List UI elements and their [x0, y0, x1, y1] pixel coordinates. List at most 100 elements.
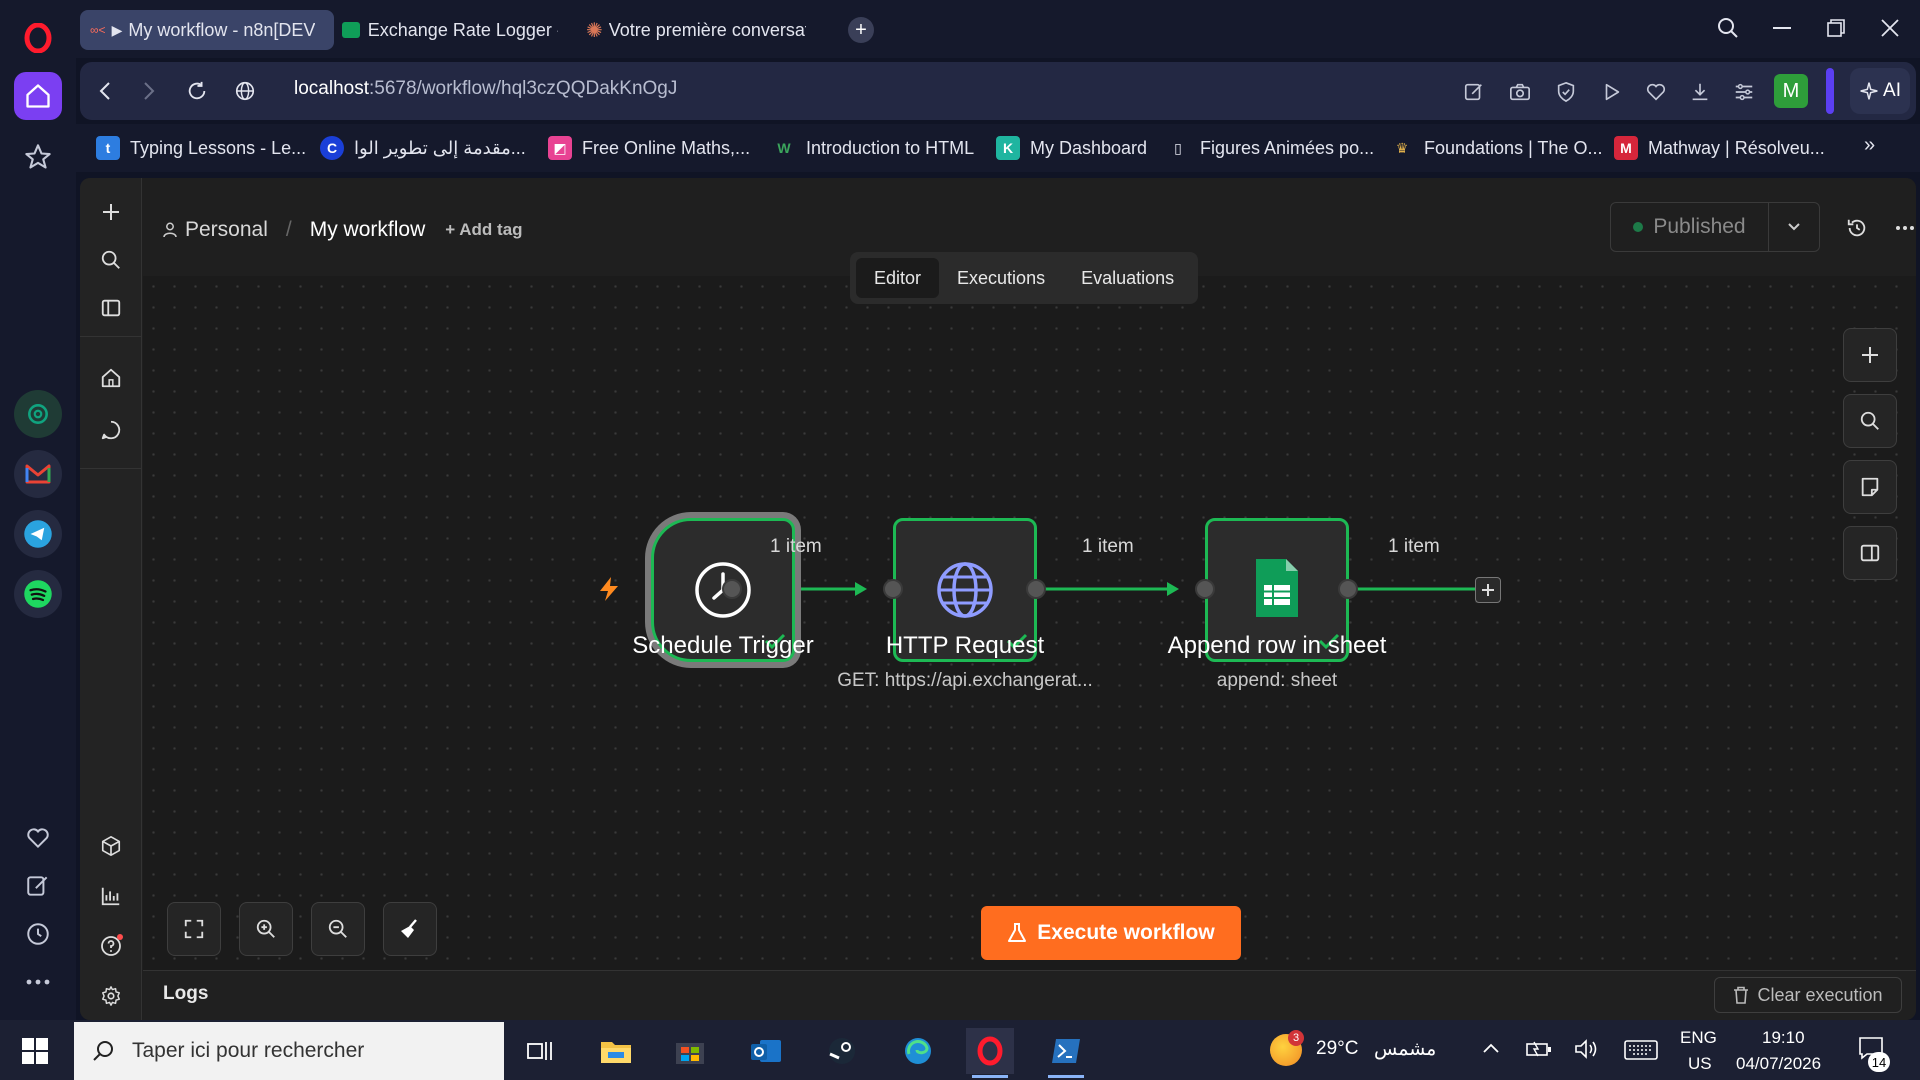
input-handle[interactable]: [883, 579, 903, 599]
forward-icon[interactable]: [130, 72, 168, 110]
weather-temp[interactable]: 29°C: [1316, 1038, 1358, 1060]
output-handle[interactable]: [1338, 579, 1358, 599]
tab-votre-premiere-conversation[interactable]: ✺ Votre première conversati: [576, 10, 816, 50]
bookmarks-overflow-icon[interactable]: »: [1864, 134, 1875, 157]
search-icon[interactable]: [95, 244, 127, 276]
toggle-panel-button[interactable]: [1843, 526, 1897, 580]
logs-panel-bar[interactable]: Logs Clear execution: [143, 970, 1916, 1020]
bookmark-web-dev-intro[interactable]: C مقدمة إلى تطوير الوا...: [320, 134, 526, 162]
speed-dial-icon[interactable]: [14, 133, 62, 181]
restore-icon[interactable]: [1816, 10, 1856, 46]
aria-ai-button[interactable]: AI: [1850, 68, 1910, 114]
tray-chevron-up-icon[interactable]: [1482, 1042, 1500, 1054]
workflow-canvas[interactable]: Schedule Trigger HTTP Request GET: https…: [143, 252, 1916, 970]
zoom-in-button[interactable]: [239, 902, 293, 956]
camera-icon[interactable]: [1506, 78, 1534, 106]
edge-icon[interactable]: [894, 1028, 942, 1074]
add-node-button[interactable]: [1843, 328, 1897, 382]
bookmark-figures-animees[interactable]: ▯ Figures Animées po...: [1166, 134, 1374, 162]
site-info-icon[interactable]: [226, 72, 264, 110]
bookmark-mathway[interactable]: M Mathway | Résolveu...: [1614, 134, 1825, 162]
add-next-node-button[interactable]: [1475, 577, 1501, 603]
heart-icon[interactable]: [14, 814, 62, 862]
favorite-heart-icon[interactable]: [1642, 78, 1670, 106]
weather-label[interactable]: مشمس: [1374, 1038, 1436, 1061]
version-history-icon[interactable]: [1843, 214, 1871, 242]
tab-exchange-rate-logger[interactable]: Exchange Rate Logger - G: [332, 10, 568, 50]
volume-icon[interactable]: [1574, 1038, 1598, 1060]
fit-view-button[interactable]: [167, 902, 221, 956]
taskbar-search-box[interactable]: Taper ici pour rechercher: [74, 1022, 504, 1080]
published-status-button[interactable]: Published: [1611, 203, 1769, 251]
easy-setup-icon[interactable]: [1730, 78, 1758, 106]
tab-search-icon[interactable]: [1708, 10, 1748, 46]
battery-icon[interactable]: [1526, 1040, 1552, 1058]
clock-date[interactable]: 04/07/2026: [1736, 1054, 1821, 1074]
publish-dropdown-chevron-icon[interactable]: [1769, 203, 1819, 251]
templates-icon[interactable]: [95, 830, 127, 862]
opera-taskbar-icon[interactable]: [966, 1028, 1014, 1078]
bookmark-foundations[interactable]: ♛ Foundations | The O...: [1390, 134, 1603, 162]
breadcrumb-project[interactable]: Personal: [185, 218, 268, 242]
add-sticky-note-button[interactable]: [1843, 460, 1897, 514]
flow-play-icon[interactable]: [1598, 78, 1626, 106]
help-icon[interactable]: [95, 930, 127, 962]
zoom-out-button[interactable]: [311, 902, 365, 956]
add-tag-button[interactable]: + Add tag: [445, 220, 522, 240]
new-tab-icon[interactable]: +: [848, 17, 874, 43]
workflow-name[interactable]: My workflow: [310, 218, 426, 242]
panel-right-icon: [1860, 544, 1880, 562]
bookmark-intro-html[interactable]: W Introduction to HTML: [772, 134, 974, 162]
more-options-icon[interactable]: [1891, 214, 1916, 242]
clock-time[interactable]: 19:10: [1762, 1028, 1805, 1048]
clear-execution-button[interactable]: Clear execution: [1714, 977, 1902, 1013]
url-field[interactable]: localhost:5678/workflow/hql3czQQDakKnOgJ: [294, 78, 677, 100]
tab-editor[interactable]: Editor: [856, 258, 940, 298]
search-nodes-button[interactable]: [1843, 394, 1897, 448]
shield-icon[interactable]: [1552, 78, 1580, 106]
edit-note-icon[interactable]: [14, 862, 62, 910]
language-code[interactable]: ENG: [1680, 1028, 1717, 1048]
opera-logo-icon[interactable]: [14, 14, 62, 62]
insights-chart-icon[interactable]: [95, 880, 127, 912]
tidy-up-button[interactable]: [383, 902, 437, 956]
bookmark-typing-lessons[interactable]: t Typing Lessons - Le...: [96, 134, 306, 162]
minimize-icon[interactable]: [1762, 10, 1802, 46]
history-icon[interactable]: [14, 910, 62, 958]
file-explorer-icon[interactable]: [592, 1028, 640, 1074]
chat-icon[interactable]: [95, 414, 127, 446]
spotify-icon[interactable]: [14, 570, 62, 618]
settings-gear-icon[interactable]: [95, 980, 127, 1012]
reload-icon[interactable]: [178, 72, 216, 110]
gmail-icon[interactable]: [14, 450, 62, 498]
tab-evaluations[interactable]: Evaluations: [1063, 258, 1192, 298]
overview-home-icon[interactable]: [95, 362, 127, 394]
profile-avatar[interactable]: M: [1774, 74, 1808, 108]
edit-page-icon[interactable]: [1460, 78, 1488, 106]
execute-workflow-button[interactable]: Execute workflow: [981, 906, 1241, 960]
add-icon[interactable]: [95, 196, 127, 228]
bookmark-my-dashboard[interactable]: K My Dashboard: [996, 134, 1147, 162]
language-region[interactable]: US: [1688, 1054, 1712, 1074]
more-icon[interactable]: [14, 958, 62, 1006]
close-window-icon[interactable]: [1870, 10, 1910, 46]
chatgpt-icon[interactable]: [14, 390, 62, 438]
microsoft-store-icon[interactable]: [666, 1028, 714, 1074]
keyboard-icon[interactable]: [1624, 1040, 1658, 1060]
back-icon[interactable]: [86, 72, 124, 110]
steam-icon[interactable]: [818, 1028, 866, 1074]
collapse-sidebar-icon[interactable]: [95, 292, 127, 324]
task-view-icon[interactable]: [516, 1028, 564, 1074]
telegram-icon[interactable]: [14, 510, 62, 558]
powershell-icon[interactable]: [1042, 1028, 1090, 1078]
outlook-icon[interactable]: [742, 1028, 790, 1074]
tab-executions[interactable]: Executions: [939, 258, 1063, 298]
home-icon[interactable]: [14, 72, 62, 120]
download-icon[interactable]: [1686, 78, 1714, 106]
tab-my-workflow[interactable]: ∞< ▶ My workflow - n8n[DEV: [80, 10, 334, 50]
output-handle[interactable]: [722, 579, 742, 599]
windows-start-icon[interactable]: [22, 1038, 48, 1064]
bookmark-free-online-maths[interactable]: ◩ Free Online Maths,...: [548, 134, 750, 162]
input-handle[interactable]: [1195, 579, 1215, 599]
output-handle[interactable]: [1026, 579, 1046, 599]
